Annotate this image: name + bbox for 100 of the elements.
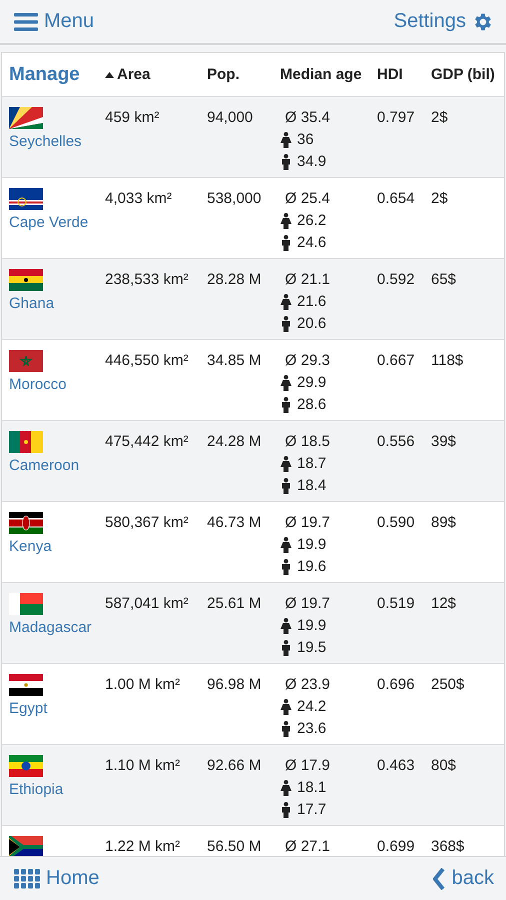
gdp-cell-text: 80$ bbox=[431, 756, 456, 776]
hdi-cell-text: 0.667 bbox=[377, 351, 415, 371]
column-header[interactable]: GDP (bil) bbox=[431, 66, 495, 83]
hdi-cell-text: 0.654 bbox=[377, 189, 415, 209]
population-cell-text: 28.28 M bbox=[207, 270, 262, 290]
average-age: Ø 29.3 bbox=[285, 351, 330, 371]
area-cell-text: 459 km² bbox=[105, 108, 160, 128]
male-age: 28.6 bbox=[297, 395, 326, 415]
female-age: 19.9 bbox=[297, 535, 326, 555]
population-cell-text: 25.61 M bbox=[207, 594, 262, 614]
flag-icon bbox=[9, 188, 43, 210]
area-cell-text: 1.22 M km² bbox=[105, 837, 180, 856]
woman-icon bbox=[280, 618, 292, 634]
male-age: 19.5 bbox=[297, 638, 326, 658]
chevron-left-icon bbox=[432, 868, 446, 890]
population-cell-text: 34.85 M bbox=[207, 351, 262, 371]
grid-icon bbox=[14, 868, 40, 888]
country-link[interactable]: Madagascar bbox=[9, 619, 92, 636]
sort-icon bbox=[105, 72, 114, 78]
home-button[interactable]: Home bbox=[14, 867, 100, 890]
flag-icon bbox=[9, 836, 43, 856]
flag-icon bbox=[9, 431, 43, 453]
flag-icon bbox=[9, 350, 43, 372]
population-cell-text: 538,000 bbox=[207, 189, 262, 209]
flag-icon bbox=[9, 593, 43, 615]
average-age: Ø 17.9 bbox=[285, 756, 330, 776]
man-icon bbox=[280, 478, 292, 494]
woman-icon bbox=[280, 699, 292, 715]
area-cell-text: 4,033 km² bbox=[105, 189, 172, 209]
gdp-cell-text: 65$ bbox=[431, 270, 456, 290]
population-cell-text: 56.50 M bbox=[207, 837, 262, 856]
female-age: 29.9 bbox=[297, 373, 326, 393]
gdp-cell-text: 2$ bbox=[431, 189, 448, 209]
back-button[interactable]: back bbox=[432, 867, 494, 890]
country-link[interactable]: Cameroon bbox=[9, 457, 80, 474]
gdp-cell-text: 368$ bbox=[431, 837, 464, 856]
country-link[interactable]: Morocco bbox=[9, 376, 67, 393]
woman-icon bbox=[280, 780, 292, 796]
country-link[interactable]: Egypt bbox=[9, 700, 48, 717]
country-link[interactable]: Kenya bbox=[9, 538, 52, 555]
male-age: 24.6 bbox=[297, 233, 326, 253]
woman-icon bbox=[280, 375, 292, 391]
area-cell-text: 238,533 km² bbox=[105, 270, 188, 290]
country-link[interactable]: Ethiopia bbox=[9, 781, 64, 798]
male-age: 34.9 bbox=[297, 152, 326, 172]
male-age: 20.6 bbox=[297, 314, 326, 334]
column-header[interactable]: Median age bbox=[280, 66, 362, 83]
hdi-cell-text: 0.797 bbox=[377, 108, 415, 128]
average-age: Ø 35.4 bbox=[285, 108, 330, 128]
male-age: 23.6 bbox=[297, 719, 326, 739]
area-cell-text: 446,550 km² bbox=[105, 351, 188, 371]
country-link[interactable]: Cape Verde bbox=[9, 214, 88, 231]
hdi-cell-text: 0.463 bbox=[377, 756, 415, 776]
average-age: Ø 27.1 bbox=[285, 837, 330, 856]
menu-icon bbox=[14, 12, 38, 30]
country-link[interactable]: Ghana bbox=[9, 295, 54, 312]
flag-icon bbox=[9, 269, 43, 291]
menu-button[interactable]: Menu bbox=[14, 10, 94, 33]
column-header[interactable]: Area bbox=[105, 66, 150, 83]
gdp-cell-text: 39$ bbox=[431, 432, 456, 452]
flag-icon bbox=[9, 674, 43, 696]
average-age: Ø 19.7 bbox=[285, 513, 330, 533]
flag-icon bbox=[9, 107, 43, 129]
table-title: Manage bbox=[9, 64, 80, 86]
male-age: 18.4 bbox=[297, 476, 326, 496]
male-age: 17.7 bbox=[297, 800, 326, 820]
population-cell-text: 24.28 M bbox=[207, 432, 262, 452]
hdi-cell-text: 0.590 bbox=[377, 513, 415, 533]
average-age: Ø 25.4 bbox=[285, 189, 330, 209]
column-header[interactable]: Pop. bbox=[207, 66, 240, 83]
female-age: 18.1 bbox=[297, 778, 326, 798]
area-cell-text: 587,041 km² bbox=[105, 594, 188, 614]
gdp-cell-text: 12$ bbox=[431, 594, 456, 614]
column-header[interactable]: HDI bbox=[377, 66, 403, 83]
average-age: Ø 21.1 bbox=[285, 270, 330, 290]
woman-icon bbox=[280, 456, 292, 472]
man-icon bbox=[280, 721, 292, 737]
gdp-cell-text: 2$ bbox=[431, 108, 448, 128]
man-icon bbox=[280, 559, 292, 575]
population-cell-text: 92.66 M bbox=[207, 756, 262, 776]
female-age: 21.6 bbox=[297, 292, 326, 312]
area-cell-text: 475,442 km² bbox=[105, 432, 188, 452]
average-age: Ø 18.5 bbox=[285, 432, 330, 452]
man-icon bbox=[280, 235, 292, 251]
man-icon bbox=[280, 397, 292, 413]
settings-button[interactable]: Settings bbox=[394, 10, 494, 33]
population-cell-text: 94,000 bbox=[207, 108, 253, 128]
man-icon bbox=[280, 802, 292, 818]
gdp-cell-text: 89$ bbox=[431, 513, 456, 533]
female-age: 19.9 bbox=[297, 616, 326, 636]
female-age: 24.2 bbox=[297, 697, 326, 717]
woman-icon bbox=[280, 132, 292, 148]
gdp-cell-text: 118$ bbox=[431, 351, 464, 371]
hdi-cell-text: 0.699 bbox=[377, 837, 415, 856]
man-icon bbox=[280, 640, 292, 656]
hdi-cell-text: 0.556 bbox=[377, 432, 415, 452]
female-age: 26.2 bbox=[297, 211, 326, 231]
flag-icon bbox=[9, 512, 43, 534]
female-age: 18.7 bbox=[297, 454, 326, 474]
country-link[interactable]: Seychelles bbox=[9, 133, 82, 150]
